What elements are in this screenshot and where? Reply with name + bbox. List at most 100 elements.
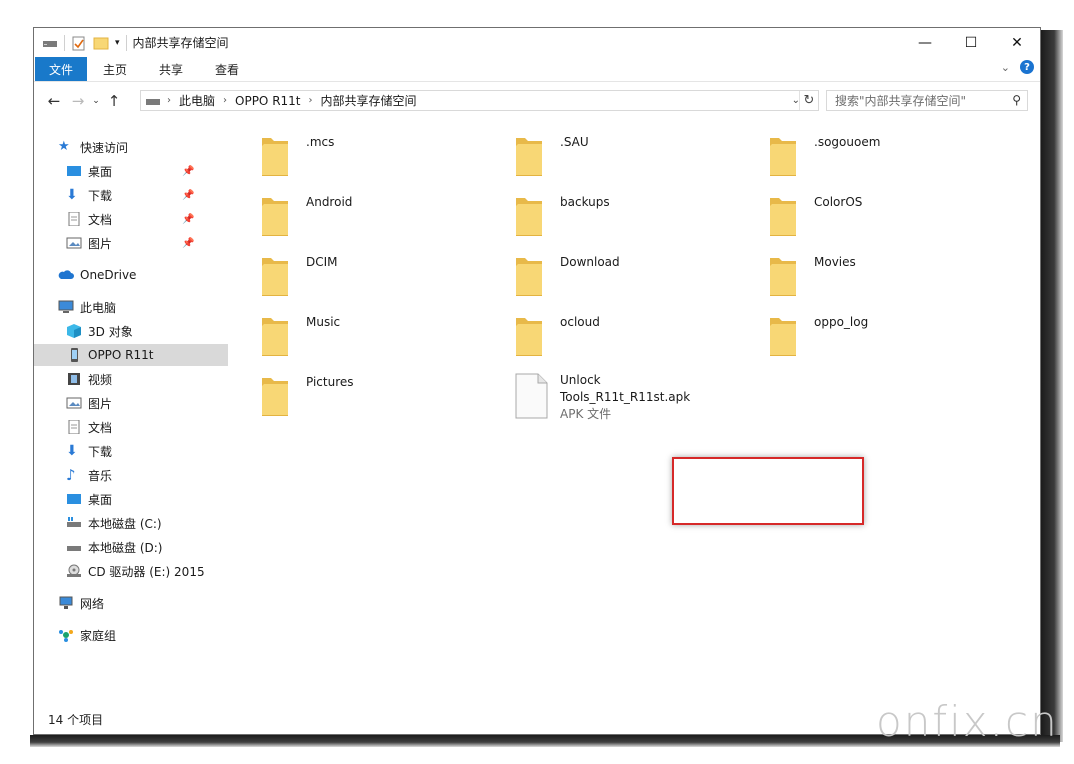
nav-label: 本地磁盘 (C:) bbox=[88, 516, 162, 531]
pin-icon[interactable]: 📌 bbox=[182, 190, 194, 201]
minimize-button[interactable]: — bbox=[902, 28, 948, 57]
maximize-button[interactable]: ☐ bbox=[948, 28, 994, 57]
pin-icon[interactable]: 📌 bbox=[182, 214, 194, 225]
nav-item-desktop[interactable]: 桌面 📌 bbox=[34, 160, 228, 182]
breadcrumb-storage[interactable]: 内部共享存储空间 bbox=[321, 92, 417, 109]
address-bar[interactable]: › 此电脑 › OPPO R11t › 内部共享存储空间 ⌄ ↻ bbox=[140, 90, 819, 111]
folder-item[interactable]: Download bbox=[514, 252, 754, 304]
nav-homegroup[interactable]: 家庭组 bbox=[34, 624, 220, 646]
pin-icon[interactable]: 📌 bbox=[182, 238, 194, 249]
nav-item-drive-d[interactable]: 本地磁盘 (D:) bbox=[34, 536, 228, 558]
folder-item[interactable]: Android bbox=[260, 192, 500, 244]
folder-item[interactable]: oppo_log bbox=[768, 312, 1008, 364]
forward-arrow-icon[interactable]: → bbox=[66, 92, 90, 110]
folder-item[interactable]: ocloud bbox=[514, 312, 754, 364]
folder-name-android: Android bbox=[306, 195, 353, 209]
up-arrow-icon[interactable]: ↑ bbox=[102, 92, 126, 110]
nav-label: CD 驱动器 (E:) 2015 bbox=[88, 564, 205, 579]
folder-name-ocloud: ocloud bbox=[560, 315, 600, 329]
nav-item-pictures-pc[interactable]: 图片 bbox=[34, 392, 228, 414]
nav-item-cd-drive[interactable]: CD 驱动器 (E:) 2015 bbox=[34, 560, 228, 582]
nav-item-music[interactable]: ♪ 音乐 bbox=[34, 464, 228, 486]
folder-item[interactable]: backups bbox=[514, 192, 754, 244]
folder-item[interactable]: Music bbox=[260, 312, 500, 364]
recent-locations-icon[interactable]: ⌄ bbox=[90, 96, 102, 106]
nav-onedrive[interactable]: OneDrive bbox=[34, 264, 220, 286]
picture-icon bbox=[66, 396, 82, 410]
folder-name-sogouoem: .sogouoem bbox=[814, 135, 881, 149]
folder-icon bbox=[262, 198, 288, 236]
folder-item[interactable]: Pictures bbox=[260, 372, 500, 424]
nav-item-documents-pc[interactable]: 文档 bbox=[34, 416, 228, 438]
nav-item-downloads[interactable]: ⬇ 下载 📌 bbox=[34, 184, 228, 206]
cube-icon bbox=[66, 324, 82, 338]
nav-item-documents[interactable]: 文档 📌 bbox=[34, 208, 228, 230]
nav-item-desktop-pc[interactable]: 桌面 bbox=[34, 488, 228, 510]
nav-label: OneDrive bbox=[80, 268, 137, 282]
nav-item-pictures[interactable]: 图片 📌 bbox=[34, 232, 228, 254]
nav-label: 下载 bbox=[88, 444, 113, 459]
tab-home[interactable]: 主页 bbox=[87, 57, 143, 81]
folder-icon bbox=[516, 198, 542, 236]
folder-icon bbox=[770, 198, 796, 236]
homegroup-icon bbox=[58, 628, 74, 642]
refresh-icon[interactable]: ↻ bbox=[799, 91, 818, 110]
nav-item-videos[interactable]: 视频 bbox=[34, 368, 228, 390]
apk-file-item[interactable]: Unlock Tools_R11t_R11st.apk APK 文件 bbox=[514, 372, 694, 432]
folder-icon bbox=[262, 138, 288, 176]
help-icon[interactable]: ? bbox=[1020, 60, 1034, 74]
folder-item[interactable]: DCIM bbox=[260, 252, 500, 304]
folder-item[interactable]: .SAU bbox=[514, 132, 754, 184]
close-button[interactable]: ✕ bbox=[994, 28, 1040, 57]
folder-item[interactable]: Movies bbox=[768, 252, 1008, 304]
nav-item-3d-objects[interactable]: 3D 对象 bbox=[34, 320, 228, 342]
nav-label: 文档 bbox=[88, 212, 113, 227]
nav-label: OPPO R11t bbox=[88, 348, 154, 362]
tab-file[interactable]: 文件 bbox=[35, 57, 88, 81]
nav-label: 此电脑 bbox=[80, 300, 117, 315]
download-arrow-icon: ⬇ bbox=[66, 443, 78, 459]
folder-name-backups: backups bbox=[560, 195, 610, 209]
folder-item[interactable]: ColorOS bbox=[768, 192, 1008, 244]
properties-icon[interactable] bbox=[71, 35, 87, 51]
picture-icon bbox=[66, 236, 82, 250]
folder-item[interactable]: .sogouoem bbox=[768, 132, 1008, 184]
system-drive-icon bbox=[66, 516, 82, 530]
nav-item-downloads-pc[interactable]: ⬇ 下载 bbox=[34, 440, 228, 462]
highlight-box bbox=[672, 457, 864, 525]
watermark: onfix.cn bbox=[876, 697, 1059, 746]
nav-network[interactable]: 网络 bbox=[34, 592, 220, 614]
search-input[interactable]: 搜索"内部共享存储空间" ⚲ bbox=[826, 90, 1028, 111]
tab-view[interactable]: 查看 bbox=[199, 57, 255, 81]
expand-ribbon-icon[interactable]: ⌄ bbox=[1001, 61, 1010, 74]
nav-item-oppo-r11t[interactable]: OPPO R11t bbox=[34, 344, 228, 366]
nav-label: 图片 bbox=[88, 396, 113, 411]
nav-label: 文档 bbox=[88, 420, 113, 435]
folder-icon bbox=[516, 258, 542, 296]
nav-this-pc[interactable]: 此电脑 bbox=[34, 296, 220, 318]
nav-item-drive-c[interactable]: 本地磁盘 (C:) bbox=[34, 512, 228, 534]
search-icon[interactable]: ⚲ bbox=[1012, 93, 1021, 107]
new-folder-icon[interactable] bbox=[93, 36, 109, 50]
nav-quick-access[interactable]: ★ 快速访问 bbox=[34, 136, 220, 158]
apk-file-name-line2: Tools_R11t_R11st.apk bbox=[560, 390, 691, 404]
tab-share[interactable]: 共享 bbox=[143, 57, 199, 81]
nav-label: 网络 bbox=[80, 596, 105, 611]
folder-icon bbox=[770, 258, 796, 296]
drive-icon bbox=[43, 40, 57, 47]
nav-label: 桌面 bbox=[88, 492, 113, 507]
apk-file-type: APK 文件 bbox=[560, 407, 612, 421]
breadcrumb-device[interactable]: OPPO R11t bbox=[235, 94, 301, 108]
folder-name-mcs: .mcs bbox=[306, 135, 335, 149]
nav-label: 快速访问 bbox=[80, 140, 129, 155]
pin-icon[interactable]: 📌 bbox=[182, 166, 194, 177]
quick-access-toolbar: ▾ bbox=[42, 34, 127, 51]
cd-drive-icon bbox=[66, 564, 82, 578]
folder-item[interactable]: .mcs bbox=[260, 132, 500, 184]
breadcrumb-this-pc[interactable]: 此电脑 bbox=[179, 92, 215, 109]
customize-toolbar-icon[interactable]: ▾ bbox=[115, 38, 120, 48]
folder-name-oppo-log: oppo_log bbox=[814, 315, 869, 329]
folder-icon bbox=[262, 258, 288, 296]
back-arrow-icon[interactable]: ← bbox=[42, 92, 66, 110]
folder-name-dcim: DCIM bbox=[306, 255, 338, 269]
